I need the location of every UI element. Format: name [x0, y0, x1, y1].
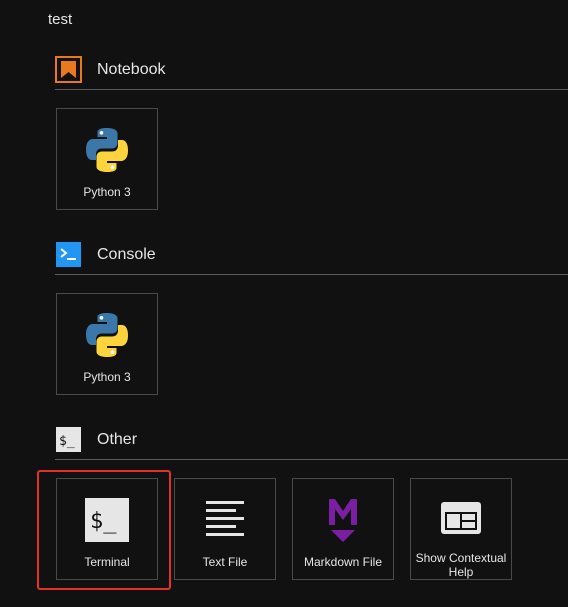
tile-label: Show Contextual Help — [415, 551, 507, 579]
tile-label: Python 3 — [83, 370, 131, 384]
svg-text:$_: $_ — [90, 509, 117, 534]
console-icon — [55, 241, 82, 268]
notebook-icon — [55, 56, 82, 83]
python-icon — [80, 308, 134, 362]
tile-label: Markdown File — [303, 555, 383, 569]
section-header-other: $_ Other — [55, 420, 568, 460]
section-title-other: Other — [97, 430, 138, 448]
tile-label: Terminal — [84, 555, 130, 569]
section-header-console: Console — [55, 235, 568, 275]
markdown-icon — [316, 493, 370, 547]
python-icon — [80, 123, 134, 177]
tile-label: Text File — [202, 555, 248, 569]
launcher-tile-console-python3[interactable]: Python 3 — [56, 293, 158, 395]
section-title-console: Console — [97, 245, 156, 263]
launcher-tile-text-file[interactable]: Text File — [174, 478, 276, 580]
svg-text:$_: $_ — [59, 434, 75, 449]
launcher-tile-contextual-help[interactable]: Show Contextual Help — [410, 478, 512, 580]
text-file-icon — [198, 493, 252, 547]
breadcrumb-path: test — [48, 11, 73, 28]
terminal-icon: $_ — [80, 493, 134, 547]
contextual-help-icon — [434, 493, 488, 543]
section-header-notebook: Notebook — [55, 50, 568, 90]
launcher-tile-notebook-python3[interactable]: Python 3 — [56, 108, 158, 210]
launcher-tile-terminal[interactable]: $_ Terminal — [56, 478, 158, 580]
section-title-notebook: Notebook — [97, 60, 166, 78]
terminal-icon: $_ — [55, 426, 82, 453]
launcher-tile-markdown-file[interactable]: Markdown File — [292, 478, 394, 580]
tile-label: Python 3 — [83, 185, 131, 199]
